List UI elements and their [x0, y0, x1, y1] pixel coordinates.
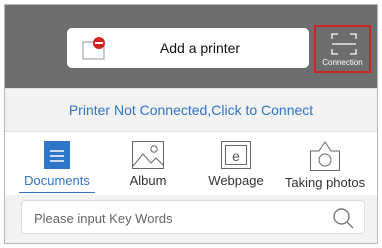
tab-album-label: Album [129, 173, 167, 188]
app-frame: Add a printer Connection Printer Not Con… [4, 4, 378, 244]
scan-icon [331, 33, 357, 55]
svg-text:e: e [232, 148, 240, 164]
tab-documents[interactable]: Documents [17, 135, 97, 191]
connection-status-bar[interactable]: Printer Not Connected,Click to Connect [5, 88, 377, 132]
add-printer-button[interactable]: Add a printer [67, 28, 309, 68]
header: Add a printer Connection [5, 5, 377, 88]
search-icon[interactable] [332, 207, 354, 229]
connection-button[interactable]: Connection [314, 25, 371, 73]
connection-label: Connection [322, 58, 363, 67]
tab-documents-label: Documents [24, 173, 90, 188]
search-area [5, 195, 377, 243]
add-printer-label: Add a printer [159, 40, 241, 56]
image-icon [132, 141, 164, 169]
camera-icon [310, 141, 340, 171]
source-tabs: Documents Album e Webpage Taking photos [5, 135, 377, 191]
tab-webpage[interactable]: e Webpage [199, 135, 273, 191]
search-box[interactable] [21, 200, 365, 235]
tab-taking-photos-label: Taking photos [284, 175, 366, 190]
webpage-icon: e [221, 141, 251, 169]
tab-album[interactable]: Album [113, 135, 183, 191]
search-input[interactable] [32, 201, 316, 235]
document-icon [44, 141, 70, 169]
active-tab-indicator [19, 192, 95, 193]
tab-taking-photos[interactable]: Taking photos [277, 135, 373, 191]
connection-status-text: Printer Not Connected,Click to Connect [68, 102, 314, 118]
tab-webpage-label: Webpage [208, 173, 264, 188]
